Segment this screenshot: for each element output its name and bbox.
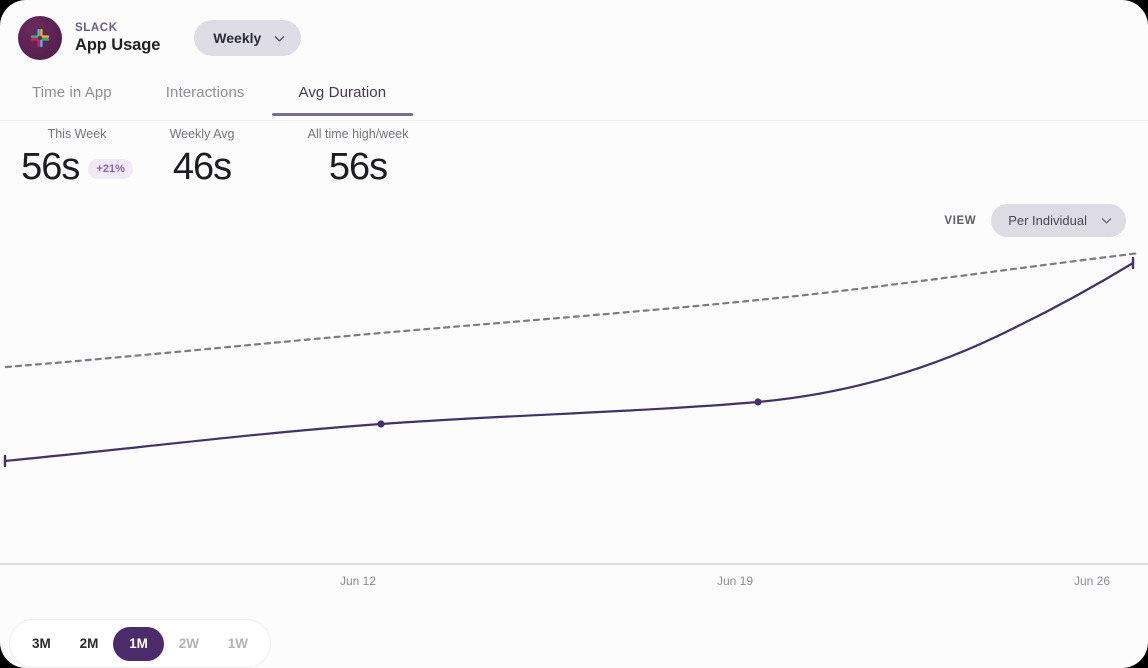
chevron-down-icon — [1100, 214, 1113, 227]
slack-logo-icon — [18, 16, 62, 60]
stat-value: 56s — [329, 143, 387, 191]
stat-value: 56s — [21, 143, 79, 191]
stat-label: All time high/week — [308, 126, 409, 142]
chart-x-axis: Jun 12 Jun 19 Jun 26 — [0, 574, 1148, 594]
page-title: App Usage — [75, 36, 160, 55]
tab-bar-divider — [0, 120, 1148, 121]
range-button-2w[interactable]: 2W — [165, 627, 213, 661]
chart-series-benchmark — [6, 253, 1140, 367]
stat-label: Weekly Avg — [170, 126, 235, 142]
stat-all-time-high: All time high/week 56s — [268, 126, 448, 191]
app-window: SLACK App Usage Weekly Time in App Inter… — [0, 0, 1148, 668]
stat-this-week: This Week 56s +21% — [18, 126, 136, 191]
stats-row: This Week 56s +21% Weekly Avg 46s All ti… — [0, 126, 1148, 196]
tab-bar: Time in App Interactions Avg Duration — [0, 84, 1148, 120]
brand-text: SLACK App Usage — [75, 22, 160, 55]
stat-weekly-avg: Weekly Avg 46s — [136, 126, 268, 191]
chart-data-point[interactable] — [377, 420, 384, 427]
x-axis-tick: Jun 19 — [717, 574, 753, 588]
view-control: VIEW Per Individual — [944, 204, 1126, 237]
brand: SLACK App Usage — [18, 16, 160, 60]
range-selector: 3M 2M 1M 2W 1W — [9, 619, 271, 668]
period-select-label: Weekly — [213, 30, 261, 46]
range-button-1m[interactable]: 1M — [113, 627, 164, 661]
brand-kicker: SLACK — [75, 22, 160, 35]
tab-time-in-app[interactable]: Time in App — [32, 84, 139, 116]
x-axis-tick: Jun 26 — [1074, 574, 1110, 588]
view-control-label: VIEW — [944, 215, 976, 227]
chart-data-point[interactable] — [754, 398, 761, 405]
range-button-2m[interactable]: 2M — [66, 627, 113, 661]
chart-svg — [0, 240, 1148, 570]
tab-interactions[interactable]: Interactions — [139, 84, 272, 116]
stat-value: 46s — [173, 143, 231, 191]
x-axis-tick: Jun 12 — [340, 574, 376, 588]
view-select-per-individual[interactable]: Per Individual — [991, 204, 1126, 237]
chart — [0, 240, 1148, 570]
header: SLACK App Usage Weekly — [0, 0, 1148, 76]
range-button-1w[interactable]: 1W — [214, 627, 262, 661]
status-badge-delta: +21% — [88, 159, 132, 179]
tab-avg-duration[interactable]: Avg Duration — [272, 84, 414, 116]
view-select-value: Per Individual — [1008, 213, 1087, 228]
stat-value-row: 56s — [329, 143, 387, 191]
range-button-3m[interactable]: 3M — [18, 627, 65, 661]
stat-value-row: 46s — [173, 143, 231, 191]
period-select-weekly[interactable]: Weekly — [194, 20, 301, 56]
stat-value-row: 56s +21% — [21, 143, 133, 191]
chevron-down-icon — [273, 32, 286, 45]
chart-series-avg-duration — [5, 258, 1133, 466]
stat-label: This Week — [48, 126, 107, 142]
